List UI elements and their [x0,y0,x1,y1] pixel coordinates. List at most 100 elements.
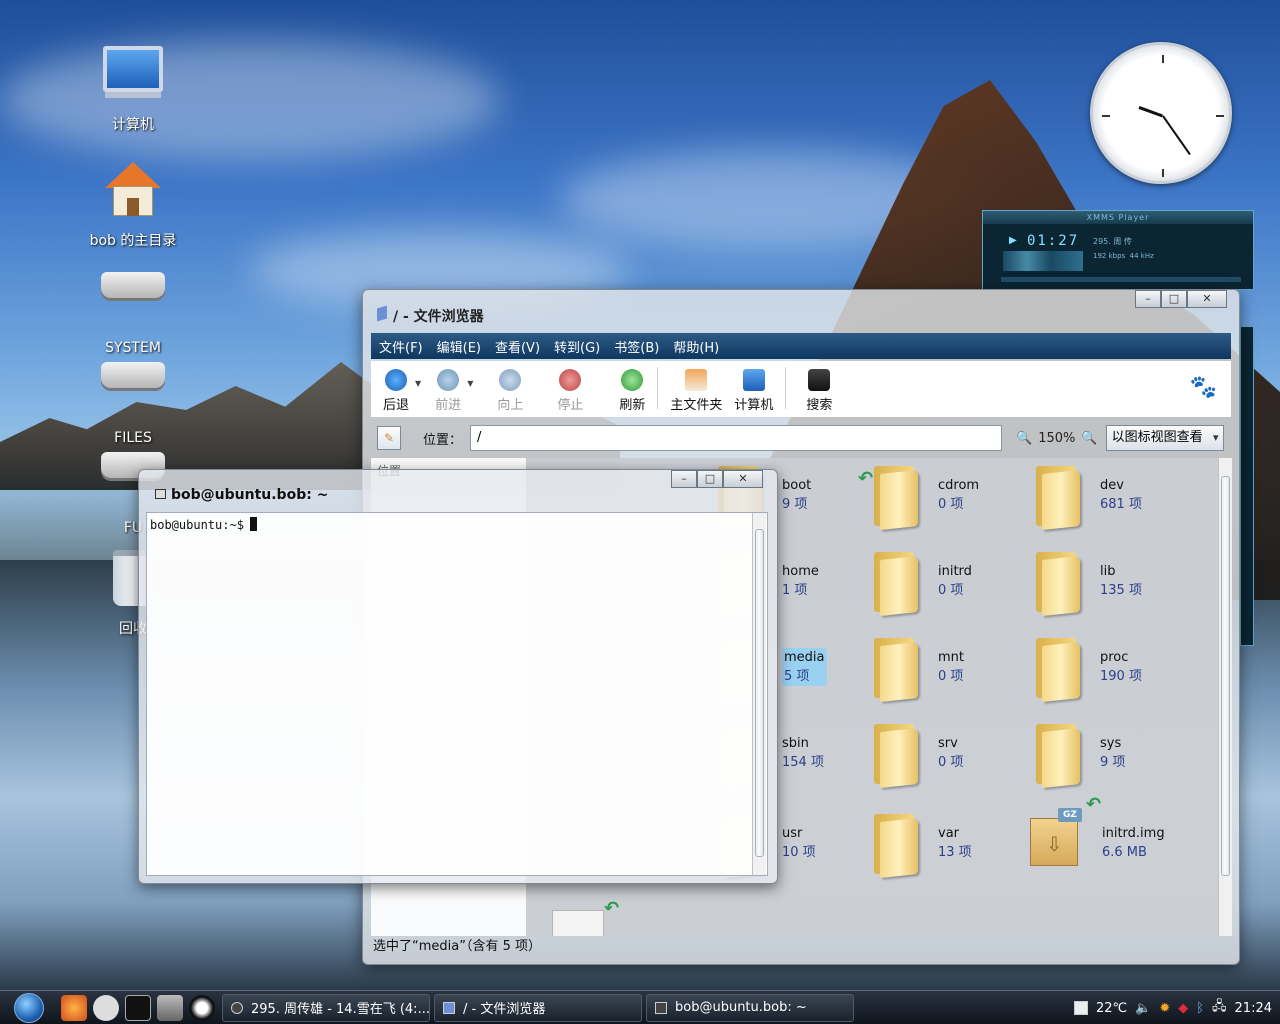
taskbar: 295. 周传雄 - 14.雪在飞 (4:... / - 文件浏览器 bob@u… [0,990,1280,1024]
forward-history-dropdown[interactable]: ▼ [467,379,473,388]
icon-view-scrollbar[interactable] [1218,458,1232,936]
file-browser-titlebar[interactable]: / - 文件浏览器 – □ ✕ [363,290,1239,332]
toolbar: 后退 ▼ 前进 ▼ 向上 停止 刷新 主文件夹 计算机 搜索 🐾 [371,361,1231,417]
file-item-dev[interactable]: dev 681 项 [1034,466,1142,530]
start-button[interactable] [0,991,58,1024]
folder-icon [1034,552,1080,616]
file-item-initrd-img[interactable]: GZ ⇩ initrd.img 6.6 MB [1030,808,1165,866]
file-item-mnt[interactable]: mnt 0 项 [872,638,964,702]
folder-icon [1034,724,1080,788]
toggle-location-entry-button[interactable]: ✎ [377,426,401,450]
system-tray: 22℃ 🔈 ✹ ◆ ᛒ 🖧 21:24 [1073,991,1280,1024]
home-button[interactable]: 主文件夹 [664,361,728,413]
home-icon [685,369,708,391]
menu-edit[interactable]: 编辑(E) [437,337,481,356]
location-input[interactable]: / [470,425,1003,451]
folder-icon [377,305,387,322]
back-history-dropdown[interactable]: ▼ [415,379,421,388]
view-mode-select[interactable]: 以图标视图查看 [1105,425,1224,451]
weather-icon[interactable] [1073,1001,1088,1015]
computer-icon [101,46,165,110]
gnome-foot-icon: 🐾 [1189,375,1217,400]
maximize-button[interactable]: □ [697,470,723,488]
file-item-initrd[interactable]: initrd 0 项 [872,552,972,616]
qq-penguin-icon[interactable] [189,994,215,1021]
windows-orb-icon [14,992,44,1023]
file-item-var[interactable]: var 13 项 [872,814,972,878]
folder-icon [1034,638,1080,702]
home-folder-icon [101,162,165,226]
bluetooth-icon[interactable]: ᛒ [1196,1001,1204,1016]
minimize-button[interactable]: – [1135,290,1161,308]
file-item-sys[interactable]: sys 9 项 [1034,724,1125,788]
terminal-scrollbar[interactable] [752,513,766,875]
task-music-player[interactable]: 295. 周传雄 - 14.雪在飞 (4:... [222,993,430,1022]
folder-icon [872,466,918,530]
xmms-seek-bar[interactable] [1001,277,1241,282]
close-button[interactable]: ✕ [723,470,763,488]
location-label: 位置： [423,432,463,448]
amarok-icon[interactable] [93,994,119,1021]
menu-bookmarks[interactable]: 书签(B) [614,337,659,356]
file-item-lib[interactable]: lib 135 项 [1034,552,1142,616]
desktop-icon-label: bob 的主目录 [89,233,177,249]
up-arrow-icon [499,369,522,391]
menu-go[interactable]: 转到(G) [554,337,600,356]
temperature: 22℃ [1095,1000,1128,1016]
menu-view[interactable]: 查看(V) [495,337,540,356]
task-file-browser[interactable]: / - 文件浏览器 [434,993,642,1022]
search-button[interactable]: 搜索 [800,361,838,413]
up-button[interactable]: 向上 [491,361,529,413]
menu-file[interactable]: 文件(F) [379,337,423,356]
zoom-level[interactable]: 150% [1038,431,1075,446]
binoculars-icon [808,369,831,391]
minimize-button[interactable]: – [671,470,697,488]
file-item-srv[interactable]: srv 0 项 [872,724,963,788]
file-item-cdrom[interactable]: cdrom 0 项 [872,466,979,530]
status-bar: 选中了“media”（含有 5 项） [373,939,541,954]
back-button[interactable]: 后退 [377,361,415,413]
firefox-icon[interactable] [61,994,87,1021]
xmms-playlist-edge [1240,326,1254,646]
xmms-bitrate: 192 kbps 44 kHz [1093,252,1154,260]
symlink-arrow-icon: ↶ [858,468,874,489]
zoom-control: 🔍 150% 🔍 [1016,431,1098,446]
folder-icon [1034,466,1080,530]
symlink-arrow-icon: ↶ [1086,794,1102,815]
terminal-launcher-icon[interactable] [125,994,151,1021]
zoom-out-icon[interactable]: 🔍 [1016,431,1032,446]
computer-button[interactable]: 计算机 [728,361,779,413]
stop-button[interactable]: 停止 [551,361,589,413]
menu-help[interactable]: 帮助(H) [673,337,719,356]
gzip-archive-icon: GZ ⇩ [1030,808,1082,866]
desktop-icon-computer[interactable]: 计算机 [78,40,188,134]
analog-clock [1090,42,1232,184]
zoom-in-icon[interactable]: 🔍 [1081,431,1097,446]
xmms-player[interactable]: XMMS Player ▶ 01:27 295. 周 传 192 kbps 44… [982,210,1254,290]
terminal-icon [155,489,166,499]
forward-button[interactable]: 前进 [429,361,467,413]
volume-icon[interactable]: 🔈 [1135,1001,1151,1016]
kernel-file-icon[interactable] [552,910,604,936]
computer-icon [742,369,765,391]
task-terminal[interactable]: bob@ubuntu.bob: ~ [646,993,854,1022]
taskbar-clock[interactable]: 21:24 [1235,1001,1272,1016]
desktop-icon-system[interactable]: SYSTEM [78,252,188,356]
drive-launcher-icon[interactable] [157,994,183,1021]
network-icon[interactable]: ✹ [1159,1001,1170,1016]
xmms-track-info: 295. 周 传 [1093,237,1132,246]
terminal-screen[interactable]: bob@ubuntu:~$ [146,512,768,876]
play-icon[interactable]: ▶ [1009,235,1017,246]
maximize-button[interactable]: □ [1161,290,1187,308]
desktop-icon-files[interactable]: FILES [78,342,188,446]
drive-icon [101,362,165,426]
ruby-icon[interactable]: ◆ [1178,1001,1188,1016]
terminal-window[interactable]: bob@ubuntu.bob: ~ – □ ✕ bob@ubuntu:~$ [138,469,778,884]
file-item-proc[interactable]: proc 190 项 [1034,638,1142,702]
reload-button[interactable]: 刷新 [613,361,651,413]
location-bar: ✎ 位置： / 🔍 150% 🔍 以图标视图查看 [371,420,1231,456]
back-arrow-icon [385,369,407,391]
display-icon[interactable]: 🖧 [1212,997,1227,1019]
desktop-icon-home[interactable]: bob 的主目录 [78,158,188,250]
close-button[interactable]: ✕ [1187,290,1227,308]
